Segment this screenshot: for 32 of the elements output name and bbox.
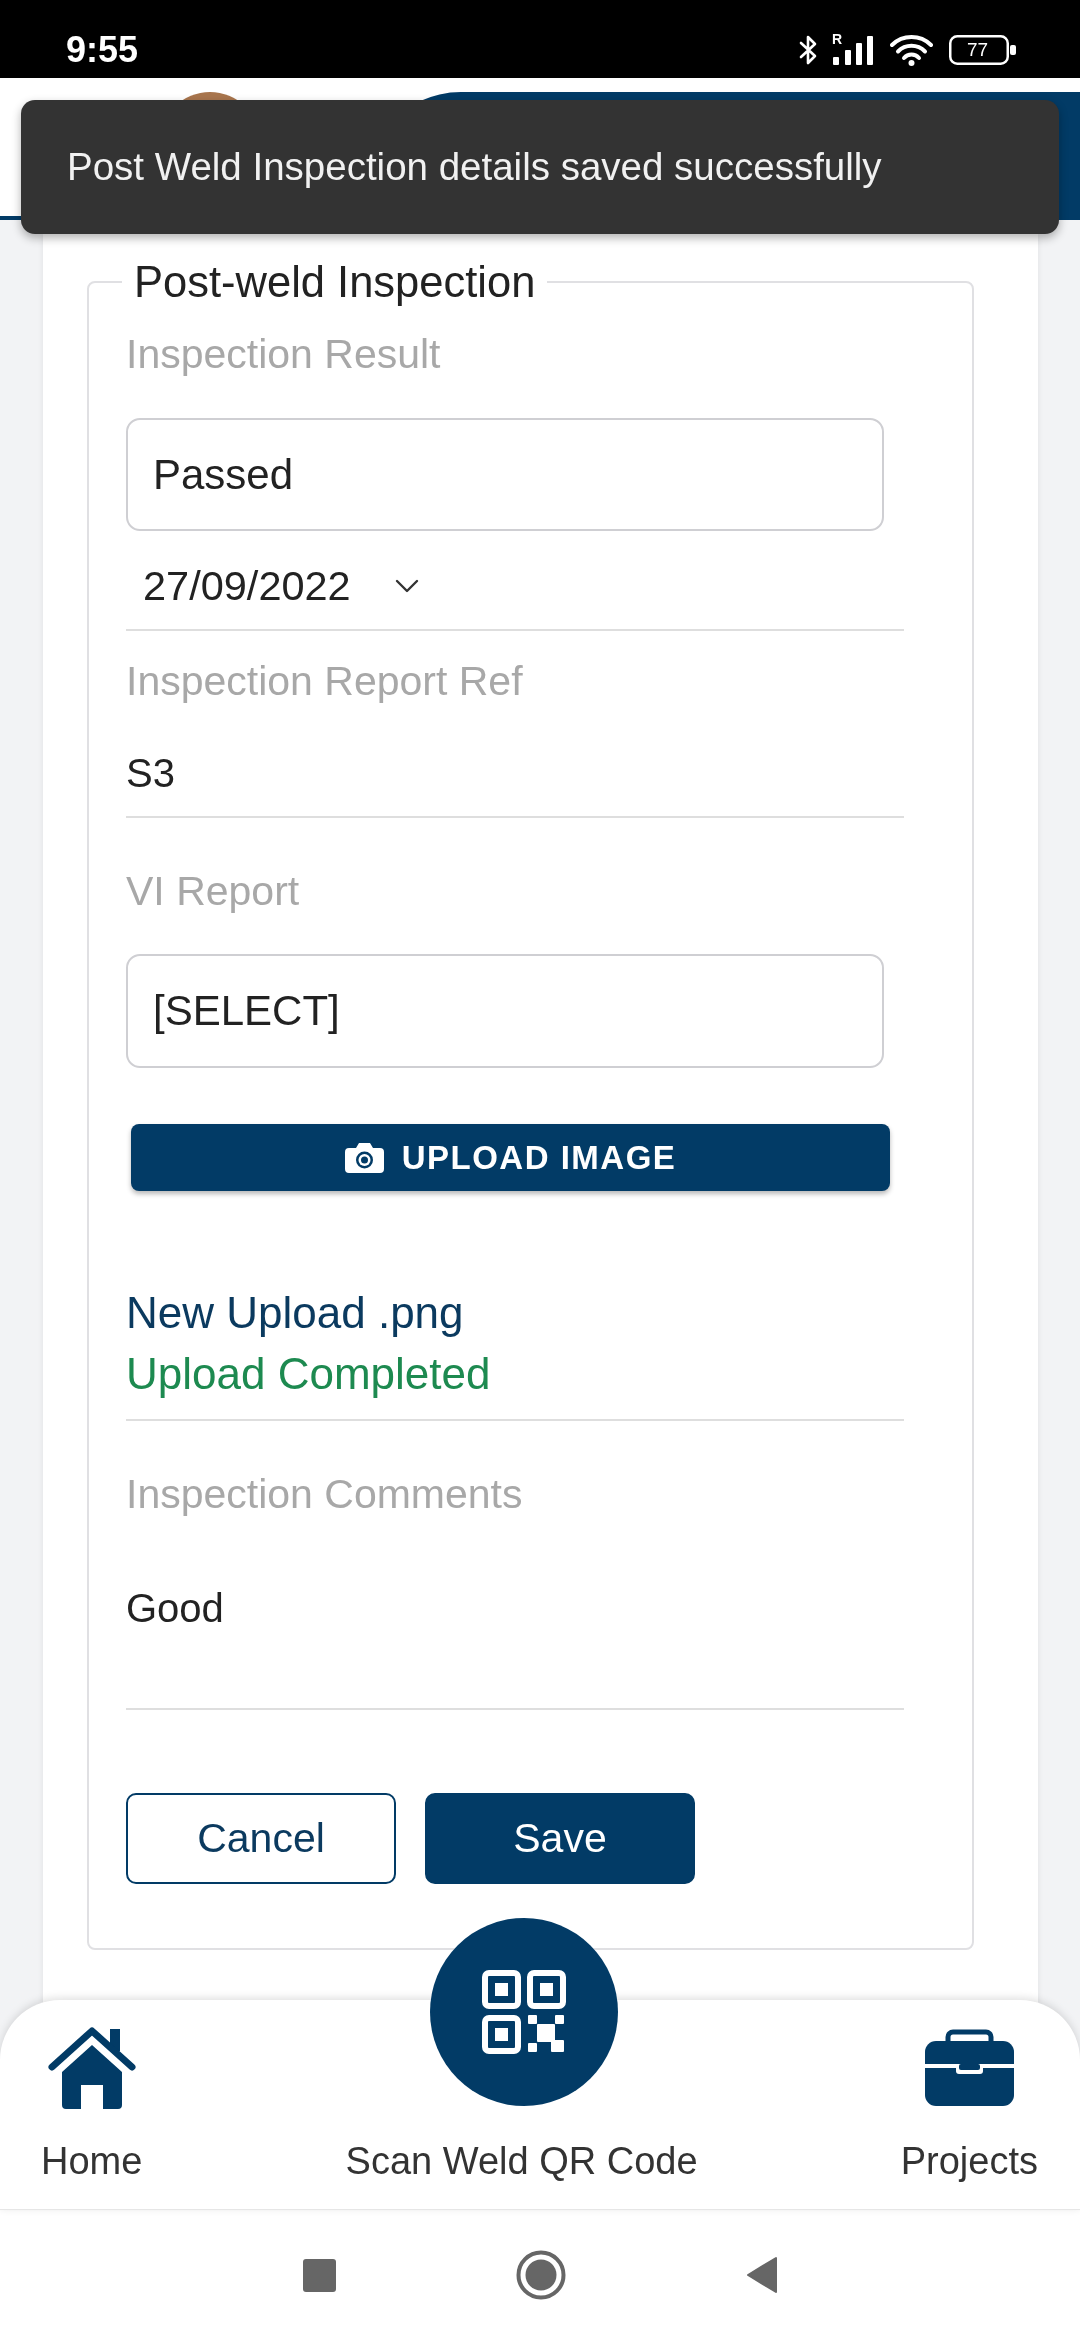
field-label: Inspection Comments xyxy=(126,1470,523,1518)
battery-icon xyxy=(949,35,1016,65)
square-icon[interactable] xyxy=(302,2258,336,2292)
comments-textarea[interactable]: Good xyxy=(126,1555,904,1710)
report-ref-input[interactable]: S3 xyxy=(126,730,904,818)
upload-image-button[interactable]: UPLOAD IMAGE xyxy=(131,1124,890,1191)
camera-icon xyxy=(344,1142,384,1173)
qr-code-icon xyxy=(482,1970,566,2054)
field-label: Inspection Report Ref xyxy=(126,657,523,705)
bottom-nav-item[interactable]: Projects xyxy=(900,2026,1038,2184)
date-dropdown[interactable]: 27/09/2022 xyxy=(126,562,419,610)
home-icon xyxy=(47,2026,136,2109)
field-label: Inspection Result xyxy=(126,330,441,378)
saved-toast: Post Weld Inspection details saved successfully xyxy=(21,100,1059,234)
circle-icon[interactable] xyxy=(515,2250,566,2300)
bottom-nav-item[interactable]: Scan Weld QR Code xyxy=(345,2138,698,2184)
briefcase-icon xyxy=(924,2029,1014,2106)
battery-percent: 77 xyxy=(967,40,989,60)
signal-icon xyxy=(832,35,875,65)
uploaded-file-name: New Upload .png xyxy=(126,1287,464,1339)
wifi-icon xyxy=(890,34,933,66)
vi-report-dropdown[interactable]: [SELECT] xyxy=(126,954,884,1068)
upload-status-text: Upload Completed xyxy=(126,1348,491,1400)
roaming-indicator: R xyxy=(832,32,843,47)
result-dropdown[interactable]: Passed xyxy=(126,418,884,531)
bottom-nav-item[interactable]: Home xyxy=(41,2026,143,2184)
field-label: VI Report xyxy=(126,867,300,915)
chevron-down-icon xyxy=(394,579,419,593)
cancel-button[interactable]: Cancel xyxy=(126,1793,396,1884)
save-button[interactable]: Save xyxy=(425,1793,695,1884)
back-icon[interactable] xyxy=(745,2256,778,2294)
status-time: 9:55 xyxy=(66,30,139,70)
